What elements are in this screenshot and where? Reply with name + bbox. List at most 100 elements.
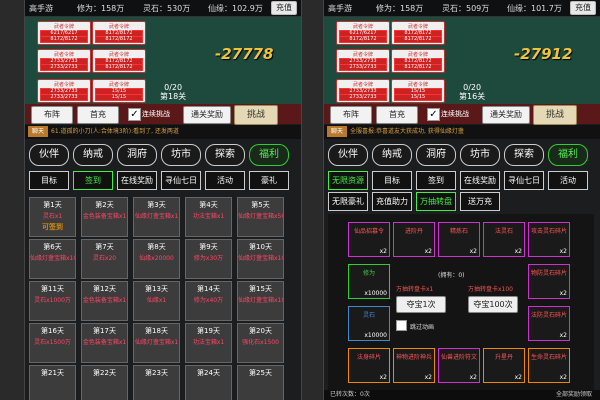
menu-welfare[interactable]: 福利 (548, 144, 588, 166)
chat-tag: 聊天 (327, 126, 348, 137)
item-qty: x2 (469, 374, 477, 381)
signin-day[interactable]: 第1天 灵石x1 可签到 (29, 197, 76, 237)
signin-day[interactable]: 第25天 (237, 365, 284, 400)
claim-all-button[interactable]: 全部奖励领取 (556, 390, 592, 400)
menu-market[interactable]: 坊市 (161, 144, 201, 166)
menu-explore[interactable]: 探索 (504, 144, 544, 166)
signin-day[interactable]: 第3天 仙缘灯盏宝箱x1 (133, 197, 180, 237)
signin-day[interactable]: 第24天 (185, 365, 232, 400)
item-qty: x10000 (364, 332, 387, 339)
item-qty: x2 (379, 248, 387, 255)
charge-button[interactable]: 充值 (570, 1, 596, 15)
item-qty: x2 (424, 248, 432, 255)
owned-count: (拥有：0) (438, 272, 465, 279)
tab-seven-days[interactable]: 寻仙七日 (504, 171, 544, 190)
chat-bar[interactable]: 聊天 61.道孤的小刀(人:合体境3阶):看到了, 还发两道 (25, 125, 301, 139)
spin-count: 已转次数：0次 (330, 391, 370, 398)
menu-explore[interactable]: 探索 (205, 144, 245, 166)
tab-goal[interactable]: 目标 (29, 171, 69, 190)
challenge-button[interactable]: 挑战 (533, 105, 577, 125)
pass-reward-button[interactable]: 通关奖励 (482, 106, 530, 124)
tab-unlimited-gift[interactable]: 无限豪礼 (328, 192, 368, 211)
unit-mp-bar: 15/15 (95, 94, 143, 101)
tab-free-recharge[interactable]: 送万充 (460, 192, 500, 211)
signin-day[interactable]: 第8天 仙缘x20000 (133, 239, 180, 279)
signin-day-label: 第18天 (145, 327, 168, 335)
spin1-label: 万抽转盘卡x1 (396, 286, 434, 293)
tab-goal[interactable]: 目标 (372, 171, 412, 190)
signin-day[interactable]: 第20天 强化石x1500 (237, 323, 284, 363)
item-qty: x10000 (364, 290, 387, 297)
top-bar: 高手游 修为：158万 灵石：530万 仙缘：102.9万 充值 (25, 0, 301, 17)
formation-button[interactable]: 布阵 (330, 106, 372, 124)
charge-button[interactable]: 充值 (271, 1, 297, 15)
reward-item: 仙品招募令 x2 (348, 222, 390, 257)
signin-day-reward: 修为x30万 (193, 255, 224, 262)
signin-day[interactable]: 第18天 仙缘灯盏宝箱x1 (133, 323, 180, 363)
spin1-button[interactable]: 夺宝1次 (396, 296, 446, 313)
signin-day[interactable]: 第23天 (133, 365, 180, 400)
signin-day[interactable]: 第15天 仙缘灯盏宝箱x10 (237, 281, 284, 321)
signin-day[interactable]: 第4天 功法宝箱x1 (185, 197, 232, 237)
pass-reward-button[interactable]: 通关奖励 (183, 106, 231, 124)
unit-name: 武者令牌 (407, 82, 428, 88)
signin-day[interactable]: 第7天 灵石x20 (81, 239, 128, 279)
action-bar: 布阵 首充 ✓ 连续挑战 通关奖励 挑战 (25, 104, 301, 125)
auto-challenge-checkbox[interactable]: ✓ (128, 108, 141, 121)
wave-level: 第16关 (459, 92, 486, 101)
formation-button[interactable]: 布阵 (31, 106, 73, 124)
first-charge-button[interactable]: 首充 (77, 106, 119, 124)
signin-day[interactable]: 第5天 仙缘灯盏宝箱x50 (237, 197, 284, 237)
signin-day-reward: 修为x40万 (193, 297, 224, 304)
signin-day-label: 第6天 (43, 243, 62, 251)
item-qty: x2 (514, 248, 522, 255)
menu-ring[interactable]: 纳戒 (73, 144, 113, 166)
signin-day[interactable]: 第13天 仙缘x1 (133, 281, 180, 321)
signin-day[interactable]: 第22天 (81, 365, 128, 400)
signin-day[interactable]: 第19天 功法宝箱x1 (185, 323, 232, 363)
signin-day-reward: 金色装备宝箱x1 (82, 213, 127, 220)
menu-cave[interactable]: 洞府 (416, 144, 456, 166)
skip-animation-checkbox[interactable] (396, 320, 407, 331)
reward-item: 物防灵石碎片 x2 (528, 264, 570, 299)
signin-day-label: 第19天 (197, 327, 220, 335)
menu-partner[interactable]: 伙伴 (29, 144, 69, 166)
menu-cave[interactable]: 洞府 (117, 144, 157, 166)
signin-day[interactable]: 第12天 金色装备宝箱x1 (81, 281, 128, 321)
tab-signin[interactable]: 签到 (416, 171, 456, 190)
tab-online-reward[interactable]: 在线奖励 (460, 171, 500, 190)
signin-day[interactable]: 第2天 金色装备宝箱x1 (81, 197, 128, 237)
auto-challenge-checkbox[interactable]: ✓ (427, 108, 440, 121)
tab-gift[interactable]: 豪礼 (249, 171, 289, 190)
tab-activity[interactable]: 活动 (548, 171, 588, 190)
signin-day[interactable]: 第14天 修为x40万 (185, 281, 232, 321)
item-qty: x2 (469, 248, 477, 255)
tab-online-reward[interactable]: 在线奖励 (117, 171, 157, 190)
signin-day[interactable]: 第17天 金色装备宝箱x1 (81, 323, 128, 363)
tab-activity[interactable]: 活动 (205, 171, 245, 190)
signin-day[interactable]: 第16天 灵石x1500万 (29, 323, 76, 363)
tab-seven-days[interactable]: 寻仙七日 (161, 171, 201, 190)
reward-item: 法防灵石碎片 x2 (528, 306, 570, 341)
tab-signin[interactable]: 签到 (73, 171, 113, 190)
spin100-button[interactable]: 夺宝100次 (468, 296, 518, 313)
unit-card: 武者令牌 8172/8172 8172/8172 (391, 49, 445, 73)
menu-welfare[interactable]: 福利 (249, 144, 289, 166)
unit-mp-bar: 8172/8172 (95, 36, 143, 43)
menu-ring[interactable]: 纳戒 (372, 144, 412, 166)
challenge-button[interactable]: 挑战 (234, 105, 278, 125)
signin-day[interactable]: 第6天 仙缘灯盏宝箱x10 (29, 239, 76, 279)
first-charge-button[interactable]: 首充 (376, 106, 418, 124)
signin-day[interactable]: 第11天 灵石x1000万 (29, 281, 76, 321)
tab-unlimited-resources[interactable]: 无限资源 (328, 171, 368, 190)
reward-item: 攻击灵石碎片 x2 (528, 222, 570, 257)
signin-day-label: 第11天 (41, 285, 64, 293)
menu-partner[interactable]: 伙伴 (328, 144, 368, 166)
signin-day[interactable]: 第9天 修为x30万 (185, 239, 232, 279)
signin-day[interactable]: 第10天 仙缘灯盏宝箱x10 (237, 239, 284, 279)
menu-market[interactable]: 坊市 (460, 144, 500, 166)
tab-recharge-boost[interactable]: 充值助力 (372, 192, 412, 211)
chat-bar[interactable]: 聊天 全服喜报:恭喜道友大获成功, 获得仙缘灯盏 (324, 125, 600, 139)
signin-day[interactable]: 第21天 (29, 365, 76, 400)
tab-spin-wheel[interactable]: 万抽转盘 (416, 192, 456, 211)
